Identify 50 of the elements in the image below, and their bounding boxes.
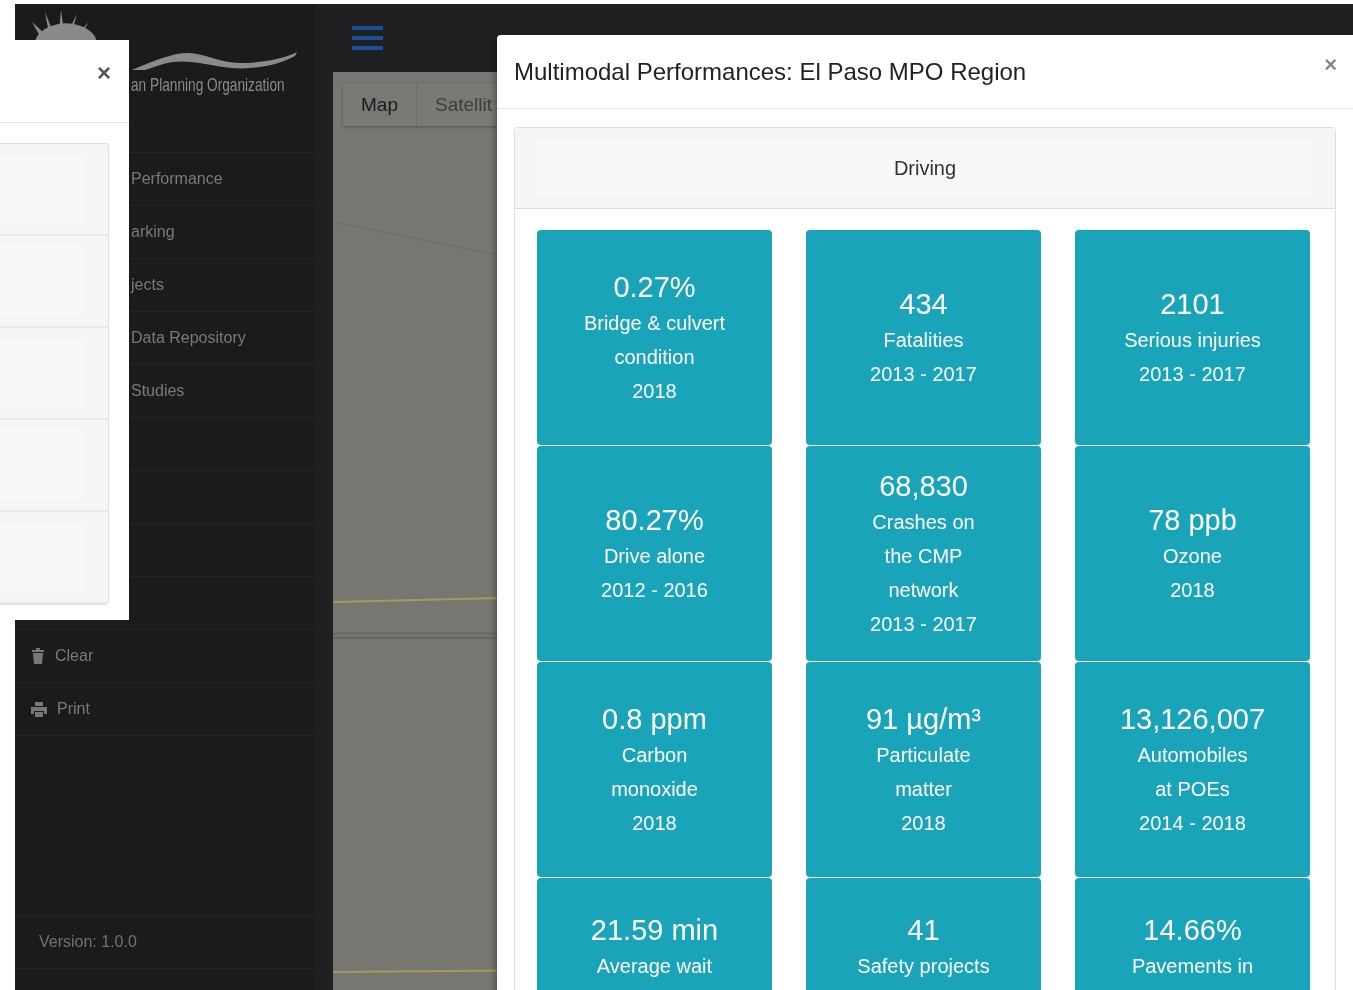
metric-period: 2012 - 2016 [601, 577, 708, 603]
metric-value: 21.59 min [590, 913, 719, 948]
map-tab[interactable]: Map [343, 84, 417, 126]
metric-value: 91 µg/m³ [866, 701, 981, 737]
metric-period: 2013 - 2017 [870, 611, 977, 637]
metric-label: Drive alone [603, 543, 706, 569]
sidebar-link[interactable]: Data Repository [131, 329, 246, 347]
metric-period: 2018 [632, 810, 677, 836]
metric-value: 0.8 ppm [602, 701, 707, 737]
close-button[interactable]: × [1324, 54, 1337, 76]
close-button[interactable]: × [97, 60, 111, 86]
sidebar-link[interactable]: arking [131, 223, 175, 241]
metric-label: Ozone [1163, 543, 1222, 569]
sidebar-link[interactable]: Performance [131, 170, 223, 188]
metric-period: 2013 - 2017 [870, 361, 977, 387]
metric-value: 2101 [1160, 286, 1225, 322]
dialog-title: Multimodal Performances: El Paso MPO Region [514, 57, 1027, 86]
metric-value: 14.66% [1143, 913, 1242, 948]
metric-label: Automobiles at POEs [1137, 742, 1248, 802]
section-title: Driving [893, 156, 957, 180]
metric-value: 80.27% [605, 502, 704, 538]
metric-value: 78 ppb [1148, 502, 1237, 538]
metric-period: 2018 [901, 810, 946, 836]
metric-label: Safety projects [857, 954, 990, 979]
trash-icon [31, 648, 45, 664]
metric-value: 0.27% [613, 269, 696, 305]
sidebar-link[interactable]: Print [57, 700, 90, 718]
sidebar-link[interactable]: jects [131, 276, 164, 294]
metric-label: Average wait [596, 954, 713, 979]
metric-value: 68,830 [879, 468, 968, 504]
metric-period: 2014 - 2018 [1139, 810, 1246, 836]
metric-label: Pavements in [1131, 954, 1254, 979]
sidebar-link[interactable]: Studies [131, 382, 185, 400]
metric-label: Fatalities [883, 327, 964, 353]
metric-period: 2018 [632, 378, 677, 404]
menu-icon[interactable] [352, 26, 383, 50]
printer-icon [31, 701, 47, 717]
metric-value: 434 [899, 286, 948, 322]
metric-label: Crashes on the CMP network [872, 509, 975, 603]
sidebar-link[interactable]: Clear [55, 647, 94, 665]
metric-period: 2013 - 2017 [1139, 361, 1246, 387]
logo-text: an Planning Organization [131, 74, 285, 96]
metric-value: 41 [907, 913, 940, 948]
metric-label: Bridge & culvert condition [583, 310, 726, 370]
metric-label: Carbon monoxide [611, 742, 698, 802]
version-text: Version: 1.0.0 [39, 933, 137, 951]
metric-label: Particulate matter [876, 742, 971, 802]
metric-period: 2018 [1170, 577, 1215, 603]
metric-label: Serious injuries [1124, 327, 1261, 353]
metric-value: 13,126,007 [1119, 701, 1266, 737]
